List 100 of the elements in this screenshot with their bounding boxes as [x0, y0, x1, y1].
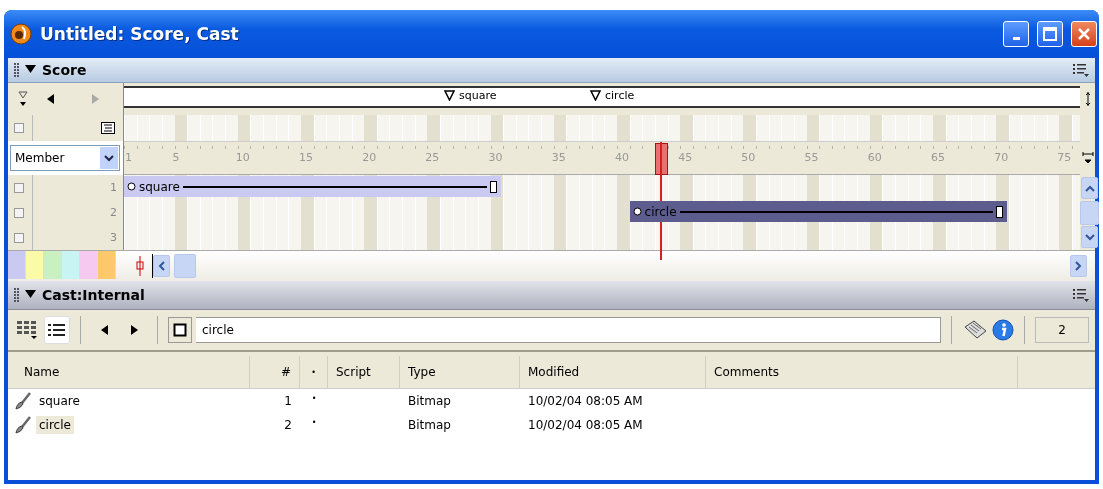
column-header[interactable]: Name: [8, 356, 250, 388]
member-number-field[interactable]: 2: [1035, 317, 1089, 343]
close-button[interactable]: [1071, 21, 1097, 47]
color-swatch[interactable]: [62, 251, 80, 279]
color-swatch[interactable]: [98, 251, 116, 279]
expand-icon[interactable]: [25, 288, 36, 299]
column-header[interactable]: #: [250, 356, 300, 388]
grip-icon[interactable]: [14, 62, 19, 78]
app-logo-icon: [10, 23, 32, 45]
sprite-label: circle: [644, 204, 677, 219]
member-name[interactable]: circle: [36, 416, 74, 434]
column-header[interactable]: Comments: [706, 356, 1018, 388]
frame-number: 40: [614, 151, 629, 164]
expand-icon[interactable]: [25, 63, 36, 74]
marker-icon[interactable]: [444, 90, 455, 101]
options-menu-icon[interactable]: [1073, 288, 1089, 302]
triangle-right-icon: [129, 324, 139, 336]
frame-number: 10: [235, 151, 250, 164]
script-channel-icon: [101, 122, 115, 134]
info-icon[interactable]: [992, 319, 1014, 341]
frame-number: 55: [804, 151, 819, 164]
channel-checkbox[interactable]: [14, 182, 24, 193]
flag-text: •: [311, 418, 317, 427]
member-number: 2: [283, 418, 293, 432]
paintbrush-icon: [14, 416, 32, 434]
column-header[interactable]: Modified: [520, 356, 706, 388]
member-type: Bitmap: [407, 394, 452, 408]
channel-number: 2: [109, 206, 118, 219]
panel-title: Cast:Internal: [42, 287, 146, 303]
member-type-icon: [168, 317, 192, 343]
marker-label[interactable]: square: [459, 89, 497, 102]
member-name-field[interactable]: circle: [196, 317, 941, 343]
previous-marker-icon[interactable]: [46, 93, 55, 105]
maximize-button[interactable]: [1037, 21, 1063, 47]
flag-text: •: [311, 394, 317, 403]
frame-number: 35: [551, 151, 566, 164]
grip-icon[interactable]: [14, 287, 19, 303]
marker-label[interactable]: circle: [605, 89, 635, 102]
marker-menu-icon[interactable]: [18, 91, 28, 107]
thumbnail-grid-icon: [17, 321, 37, 339]
options-menu-icon[interactable]: [1073, 63, 1089, 77]
scroll-right-button[interactable]: [1070, 255, 1087, 277]
frame-number: 15: [298, 151, 313, 164]
member-name[interactable]: square: [36, 392, 83, 410]
color-swatch[interactable]: [26, 251, 44, 279]
member-type: Bitmap: [407, 418, 452, 432]
scrollbar-thumb[interactable]: [174, 254, 196, 278]
chevron-up-icon: [1084, 184, 1095, 192]
frame-number: 45: [678, 151, 693, 164]
color-swatch[interactable]: [44, 251, 62, 279]
maximize-icon: [1043, 27, 1057, 41]
frame-number: 65: [930, 151, 945, 164]
scroll-left-button[interactable]: [153, 255, 170, 277]
modified-date: 10/02/04 08:05 AM: [527, 418, 644, 432]
sprite-bar[interactable]: square: [124, 176, 502, 197]
frame-number: 5: [172, 151, 180, 164]
end-frame-icon: [995, 205, 1003, 218]
chevron-down-icon: [1084, 233, 1095, 241]
triangle-left-icon: [99, 324, 109, 336]
chevron-left-icon: [158, 261, 165, 271]
color-swatch[interactable]: [8, 251, 26, 279]
keyframe-icon: [632, 207, 642, 216]
column-header[interactable]: Type: [400, 356, 520, 388]
list-view-button[interactable]: [44, 316, 70, 344]
scrollbar-thumb[interactable]: [1080, 200, 1099, 225]
member-number: 1: [283, 394, 293, 408]
frame-number: 60: [867, 151, 882, 164]
frame-number: 1: [125, 151, 132, 164]
channel-checkbox[interactable]: [14, 123, 24, 133]
script-icon[interactable]: [962, 319, 988, 341]
paintbrush-icon: [14, 392, 32, 410]
minimize-icon: [1012, 36, 1020, 40]
channel-checkbox[interactable]: [14, 207, 24, 218]
display-mode-dropdown[interactable]: Member: [10, 145, 120, 171]
modified-date: 10/02/04 08:05 AM: [527, 394, 644, 408]
channel-number: 1: [109, 181, 118, 194]
column-header[interactable]: Script: [328, 356, 400, 388]
playhead-marker-icon[interactable]: [136, 256, 144, 276]
channel-number: 3: [109, 231, 118, 244]
resize-handle-icon[interactable]: [1084, 92, 1091, 106]
chevron-right-icon: [1075, 261, 1082, 271]
scroll-down-button[interactable]: [1081, 226, 1098, 248]
color-swatch[interactable]: [80, 251, 98, 279]
frame-number: 20: [362, 151, 377, 164]
frame-number: 75: [1057, 151, 1072, 164]
channel-checkbox[interactable]: [14, 232, 24, 243]
minimize-button[interactable]: [1003, 21, 1029, 47]
list-icon: [48, 323, 66, 337]
scroll-up-button[interactable]: [1081, 177, 1098, 199]
marker-icon[interactable]: [590, 90, 601, 101]
zoom-menu-icon[interactable]: [1081, 151, 1094, 165]
chevron-down-icon: [104, 154, 114, 162]
column-header[interactable]: •: [300, 356, 328, 388]
frame-number: 25: [425, 151, 440, 164]
close-icon: [1077, 27, 1091, 41]
frame-number: 30: [488, 151, 503, 164]
end-frame-icon: [490, 180, 498, 193]
sprite-label: square: [139, 179, 180, 194]
frame-number: 70: [994, 151, 1009, 164]
keyframe-icon: [127, 182, 136, 191]
